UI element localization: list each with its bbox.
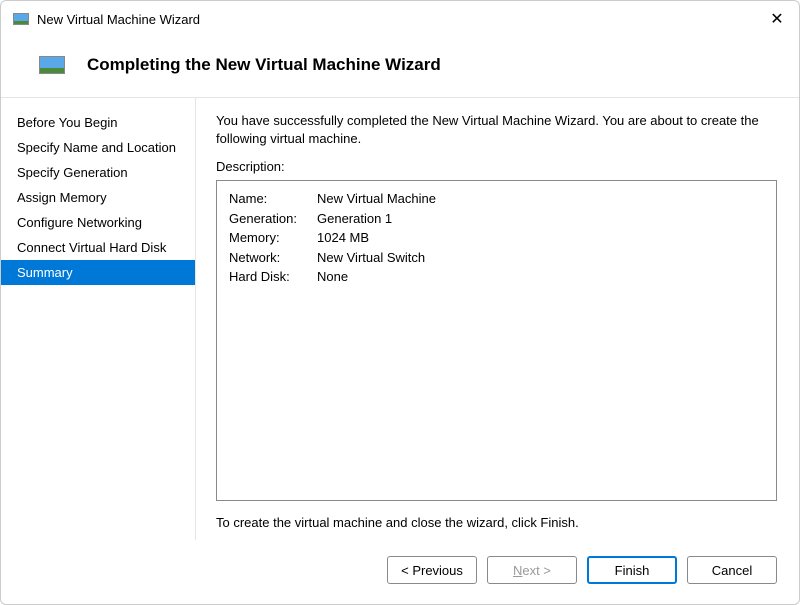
wizard-steps-sidebar: Before You Begin Specify Name and Locati… [1, 98, 196, 540]
next-button: Next > [487, 556, 577, 584]
previous-button[interactable]: < Previous [387, 556, 477, 584]
main-panel: You have successfully completed the New … [196, 98, 799, 540]
finish-button[interactable]: Finish [587, 556, 677, 584]
sidebar-item-connect-vhd[interactable]: Connect Virtual Hard Disk [1, 235, 195, 260]
titlebar: New Virtual Machine Wizard ✕ [1, 1, 799, 37]
intro-text: You have successfully completed the New … [216, 112, 777, 147]
sidebar-item-summary[interactable]: Summary [1, 260, 195, 285]
summary-row-generation: Generation: Generation 1 [229, 209, 764, 229]
sidebar-item-configure-networking[interactable]: Configure Networking [1, 210, 195, 235]
summary-value: 1024 MB [317, 228, 764, 248]
summary-row-name: Name: New Virtual Machine [229, 189, 764, 209]
summary-key: Network: [229, 248, 317, 268]
summary-key: Memory: [229, 228, 317, 248]
sidebar-item-specify-generation[interactable]: Specify Generation [1, 160, 195, 185]
sidebar-item-assign-memory[interactable]: Assign Memory [1, 185, 195, 210]
button-bar: < Previous Next > Finish Cancel [1, 540, 799, 604]
finish-text: To create the virtual machine and close … [216, 515, 777, 530]
description-box: Name: New Virtual Machine Generation: Ge… [216, 180, 777, 501]
summary-row-harddisk: Hard Disk: None [229, 267, 764, 287]
vm-icon [13, 13, 29, 25]
summary-value: New Virtual Switch [317, 248, 764, 268]
sidebar-item-before-you-begin[interactable]: Before You Begin [1, 110, 195, 135]
vm-icon [39, 56, 65, 74]
content-area: Before You Begin Specify Name and Locati… [1, 98, 799, 540]
summary-key: Hard Disk: [229, 267, 317, 287]
summary-value: None [317, 267, 764, 287]
summary-value: Generation 1 [317, 209, 764, 229]
window-title: New Virtual Machine Wizard [37, 12, 767, 27]
description-label: Description: [216, 159, 777, 174]
summary-key: Generation: [229, 209, 317, 229]
page-title: Completing the New Virtual Machine Wizar… [87, 55, 441, 75]
summary-key: Name: [229, 189, 317, 209]
wizard-header: Completing the New Virtual Machine Wizar… [1, 37, 799, 98]
sidebar-item-specify-name[interactable]: Specify Name and Location [1, 135, 195, 160]
summary-row-network: Network: New Virtual Switch [229, 248, 764, 268]
summary-value: New Virtual Machine [317, 189, 764, 209]
summary-row-memory: Memory: 1024 MB [229, 228, 764, 248]
cancel-button[interactable]: Cancel [687, 556, 777, 584]
close-icon[interactable]: ✕ [767, 9, 787, 29]
